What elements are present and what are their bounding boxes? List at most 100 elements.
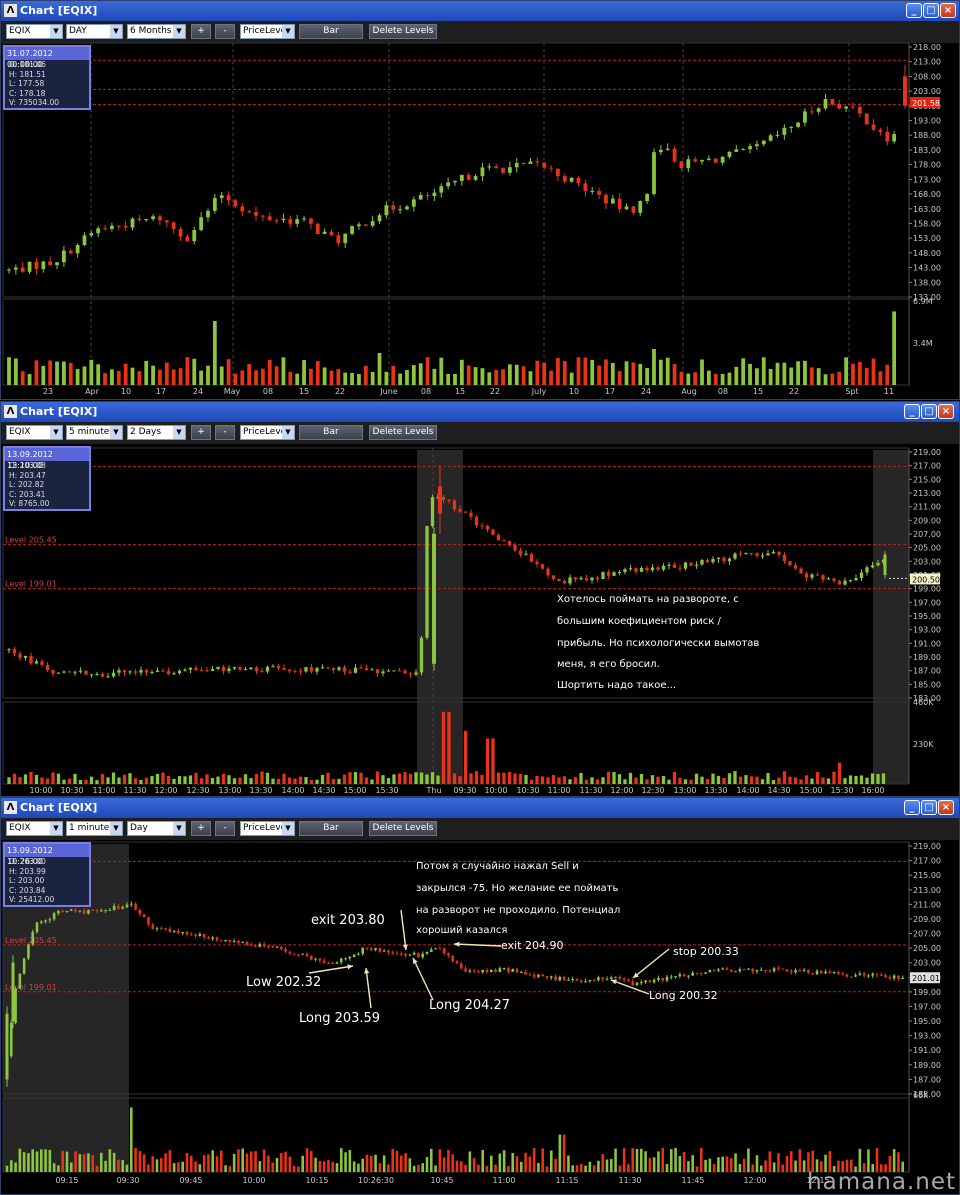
candle-body [507,968,510,972]
volume-bar [216,776,220,784]
volume-bar [57,1165,60,1172]
volume-bar [310,1150,313,1172]
volume-bar [238,777,242,784]
candle-body [832,578,836,581]
volume-bar [734,1153,737,1172]
candle-body [567,979,570,981]
candle-body [210,668,215,671]
volume-bar [798,1149,802,1172]
volume-bar [597,1160,600,1172]
volume-bar [541,1148,544,1172]
volume-bar [348,772,352,784]
chart-canvas[interactable]: 218.00213.00208.00203.00198.00193.00188.… [1,1,959,399]
candle-body [741,149,746,151]
time-axis-label: 12:30 [641,786,664,795]
info-open: O: 181.06 [9,60,46,69]
current-price-label: 200.50 [912,575,940,584]
price-tick-label: 197.00 [913,598,941,607]
candle-body [672,564,677,568]
candle-body [315,668,319,672]
candle-body [562,176,567,182]
info-open: O: 203.00 [9,857,46,866]
volume-bar [364,777,369,784]
volume-bar [305,1148,309,1172]
price-tick-label: 195.00 [913,1017,941,1026]
candle-body [10,1022,13,1057]
candle-body [705,560,710,563]
candle-body [82,910,86,914]
volume-bar [804,775,809,784]
volume-bar [438,1149,442,1172]
candle-body [130,218,135,228]
candle-body [258,944,262,947]
volume-bar [27,1153,30,1172]
volume-bar [645,368,650,385]
volume-bar [528,371,533,385]
volume-bar [624,361,629,385]
time-axis-label: May [224,387,241,396]
candle-body [843,580,847,585]
candle-body [782,127,787,135]
candle-body [597,977,600,981]
candle-body [192,230,197,242]
candle-body [404,953,407,956]
candle-body [67,671,72,673]
candle-body [320,667,325,669]
volume-axis-label: 6.9M [913,297,933,306]
time-axis-label: 11:15 [555,1176,578,1185]
volume-bar [100,1152,103,1172]
annotation-arrow [400,909,407,951]
candle-body [378,948,382,952]
candle-body [29,655,33,664]
info-close: C: 203.41 [9,489,46,499]
candle-body [336,235,341,244]
price-tick-label: 143.00 [913,264,941,273]
current-price-label: 201.58 [912,99,940,108]
volume-bar [652,349,656,385]
candle-body [331,668,336,671]
candle-body [202,934,206,938]
candle-body [395,953,399,955]
candle-body [807,969,810,974]
volume-bar [614,1148,617,1172]
candle-body [717,969,720,971]
volume-bar [672,364,677,385]
volume-bar [288,371,293,385]
volume-bar [768,1151,772,1172]
volume-bar [601,777,605,784]
candle-body [226,195,231,201]
candle-body [892,975,896,979]
volume-bar [61,1150,64,1172]
candle-body [744,553,748,555]
candle-body [652,152,656,195]
candle-body [82,235,87,245]
volume-bar [644,1151,647,1172]
candle-body [451,955,454,962]
candle-body [545,976,549,978]
volume-bar [232,1153,236,1172]
volume-bar [562,776,567,784]
volume-bar [206,365,210,385]
chart-canvas[interactable]: 219.00 217.00 215.00 213.00 211.00 209.00 207.… [1,402,959,796]
volume-bar [524,1152,527,1172]
candle-body [199,217,204,231]
volume-bar [314,1157,317,1172]
chart-canvas[interactable]: 219.00 217.00 215.00 213.00 211.00 209.00 207.… [1,798,959,1194]
volume-bar [241,1148,244,1172]
volume-bar [473,367,478,385]
volume-bar [67,778,72,784]
time-axis-label: 10:26:30 [358,1176,394,1185]
candle-body [95,674,99,676]
volume-bar [322,1161,326,1172]
candle-body [490,969,493,973]
candle-body [274,220,279,222]
candle-body [418,195,423,200]
time-axis-label: 09:30 [116,1176,139,1185]
candle-body [738,553,743,555]
volume-bar [892,311,897,385]
volume-bar [665,1163,669,1172]
candle-body [280,946,283,950]
candle-body [871,124,876,130]
candle-body [34,261,39,270]
volume-bar [281,357,286,385]
